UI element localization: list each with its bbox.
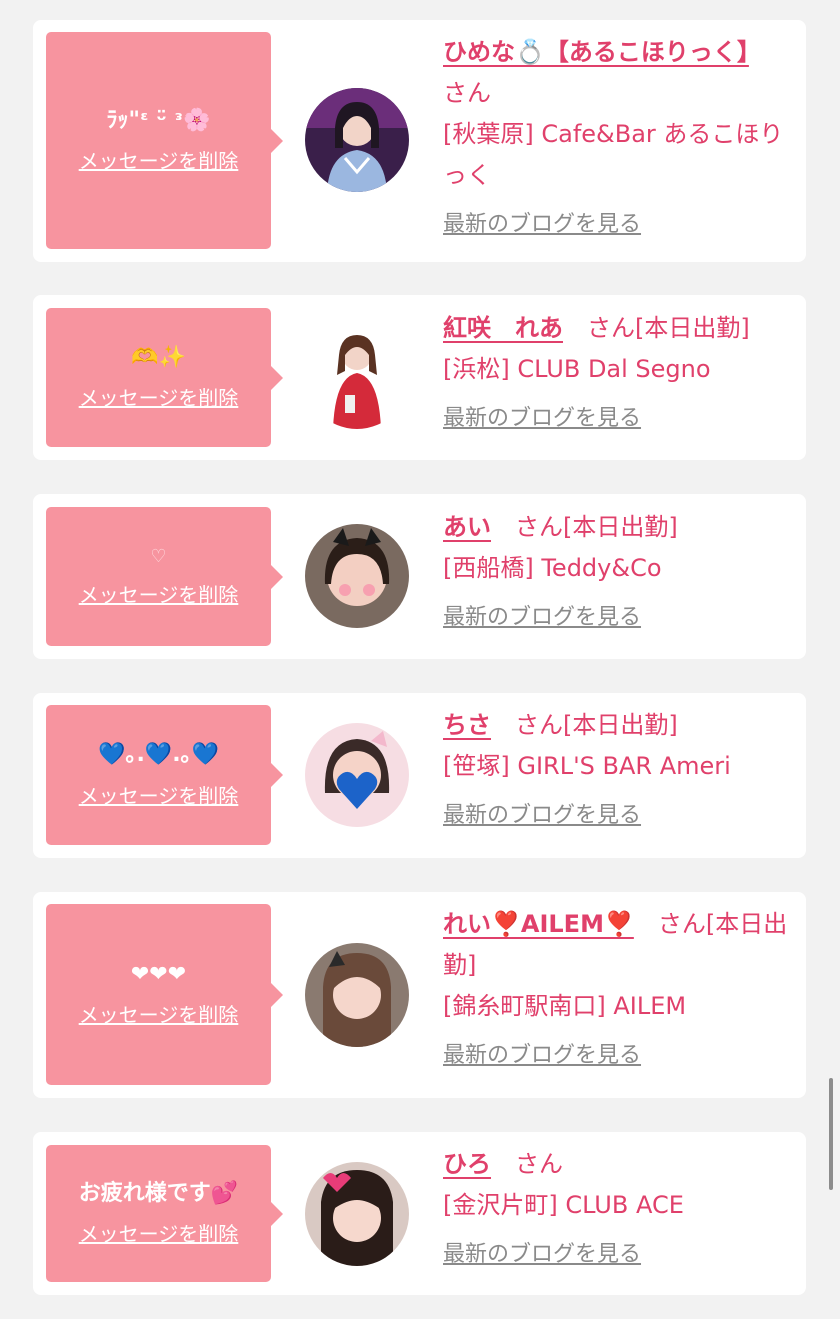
message-text: ﾗｯ"ᵋ ᵕ̈ ᵌ🌸 [106,107,211,133]
latest-blog-link[interactable]: 最新のブログを見る [443,795,641,836]
status-badge: [本日出勤] [635,314,750,342]
avatar[interactable] [305,524,409,628]
store-name: [錦糸町駅南口] AILEM [443,992,687,1020]
status-badge: [本日出勤] [563,711,678,739]
cast-name-link[interactable]: 紅咲 れあ [443,314,563,342]
girl-photo-icon [305,524,409,628]
message-bubble: 🫶✨ メッセージを削除 [46,308,283,447]
message-bubble: ❤︎❤︎❤︎ メッセージを削除 [46,904,283,1085]
store-name: [浜松] CLUB Dal Segno [443,355,711,383]
message-card: 💙｡.💙.｡💙 メッセージを削除 ちさ さん[本日出勤] [笹塚] GIRL'S… [33,693,806,858]
delete-message-link[interactable]: メッセージを削除 [79,382,239,411]
honorific: さん [515,513,563,541]
honorific: さん [587,314,635,342]
delete-message-link[interactable]: メッセージを削除 [79,1218,239,1247]
honorific: さん [515,711,563,739]
store-name: [西船橋] Teddy&Co [443,554,662,582]
honorific: さん [657,910,706,938]
delete-message-link[interactable]: メッセージを削除 [79,999,239,1028]
latest-blog-link[interactable]: 最新のブログを見る [443,1035,641,1076]
message-card: 🫶✨ メッセージを削除 紅咲 れあ さん[本日出勤] [浜松] CLUB Dal… [33,295,806,460]
message-bubble: ♡ メッセージを削除 [46,507,283,646]
store-name: [笹塚] GIRL'S BAR Ameri [443,752,731,780]
cast-info: ひろ さん [金沢片町] CLUB ACE 最新のブログを見る [443,1144,795,1275]
message-bubble: ﾗｯ"ᵋ ᵕ̈ ᵌ🌸 メッセージを削除 [46,32,283,249]
cast-info: あい さん[本日出勤] [西船橋] Teddy&Co 最新のブログを見る [443,507,795,638]
message-text: 🫶✨ [131,344,186,370]
girl-photo-icon [305,325,409,429]
avatar[interactable] [305,943,409,1047]
store-name: [金沢片町] CLUB ACE [443,1191,684,1219]
girl-photo-icon [305,723,409,827]
cast-info: ひめな💍【あるこほりっく】 さん [秋葉原] Cafe&Bar あるこほりっく … [443,32,795,245]
cast-name-link[interactable]: あい [443,513,491,541]
cast-info: れい❣️AILEM❣️ さん[本日出勤] [錦糸町駅南口] AILEM 最新のブ… [443,904,795,1076]
latest-blog-link[interactable]: 最新のブログを見る [443,204,641,245]
cast-name-link[interactable]: ひめな💍【あるこほりっく】 [443,38,749,66]
message-bubble: お疲れ様です💕 メッセージを削除 [46,1145,283,1282]
cast-info: 紅咲 れあ さん[本日出勤] [浜松] CLUB Dal Segno 最新のブロ… [443,308,795,439]
latest-blog-link[interactable]: 最新のブログを見る [443,597,641,638]
avatar[interactable] [305,88,409,192]
latest-blog-link[interactable]: 最新のブログを見る [443,1234,641,1275]
girl-photo-icon [305,943,409,1047]
girl-photo-icon [305,88,409,192]
girl-photo-icon [305,1162,409,1266]
honorific: さん [515,1150,563,1178]
latest-blog-link[interactable]: 最新のブログを見る [443,398,641,439]
avatar[interactable] [305,723,409,827]
delete-message-link[interactable]: メッセージを削除 [79,579,239,608]
avatar[interactable] [305,325,409,429]
delete-message-link[interactable]: メッセージを削除 [79,780,239,809]
message-bubble: 💙｡.💙.｡💙 メッセージを削除 [46,705,283,845]
message-card: ❤︎❤︎❤︎ メッセージを削除 れい❣️AILEM❣️ さん[本日出勤] [錦糸… [33,892,806,1098]
message-text: ❤︎❤︎❤︎ [130,961,187,987]
delete-message-link[interactable]: メッセージを削除 [79,145,239,174]
status-badge: [本日出勤] [563,513,678,541]
message-card: ﾗｯ"ᵋ ᵕ̈ ᵌ🌸 メッセージを削除 ひめな💍【あるこほりっく】 さん [秋葉… [33,20,806,262]
cast-name-link[interactable]: ちさ [443,711,491,739]
message-card: お疲れ様です💕 メッセージを削除 ひろ さん [金沢片町] CLUB ACE 最… [33,1132,806,1295]
cast-name-link[interactable]: れい❣️AILEM❣️ [443,910,634,938]
message-text: ♡ [150,546,167,568]
message-card: ♡ メッセージを削除 あい さん[本日出勤] [西船橋] Teddy&Co 最新… [33,494,806,659]
message-text: お疲れ様です💕 [78,1180,239,1206]
cast-info: ちさ さん[本日出勤] [笹塚] GIRL'S BAR Ameri 最新のブログ… [443,705,795,836]
store-name: [秋葉原] Cafe&Bar あるこほりっく [443,120,784,189]
cast-name-link[interactable]: ひろ [443,1150,491,1178]
scrollbar[interactable] [829,1078,833,1190]
avatar[interactable] [305,1162,409,1266]
message-text: 💙｡.💙.｡💙 [98,742,219,768]
honorific: さん [443,79,491,107]
